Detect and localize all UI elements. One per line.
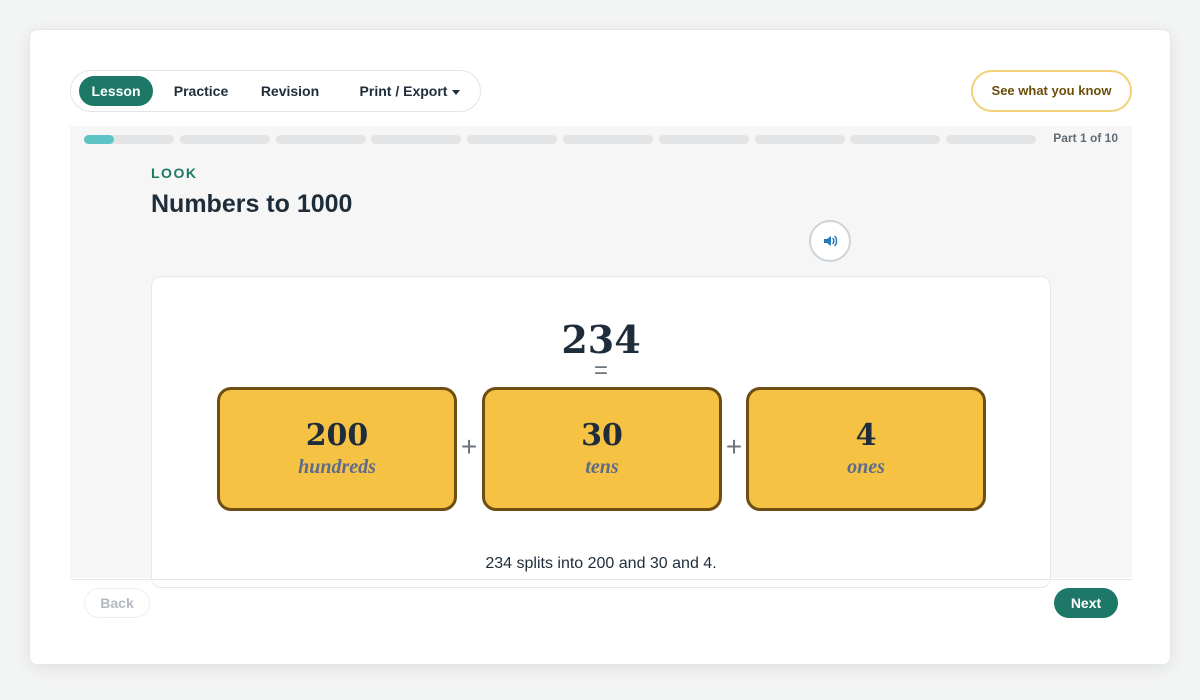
progress-segment [850, 135, 940, 144]
ones-box: 4 ones [746, 387, 986, 511]
progress-segment [467, 135, 557, 144]
ones-label: ones [847, 456, 885, 478]
progress-segment [84, 135, 174, 144]
progress-segment [563, 135, 653, 144]
lesson-content: 234 = 200 hundreds + 30 tens + 4 ones 23… [151, 276, 1051, 588]
tens-box: 30 tens [482, 387, 722, 511]
equals-sign: = [593, 357, 608, 384]
tens-value: 30 [581, 418, 623, 453]
hundreds-box: 200 hundreds [217, 387, 457, 511]
ones-value: 4 [855, 418, 877, 453]
lesson-card: Lesson Practice Revision Print / Export … [29, 29, 1171, 665]
tab-practice[interactable]: Practice [167, 76, 235, 106]
tab-revision[interactable]: Revision [255, 76, 325, 106]
hundreds-label: hundreds [298, 456, 376, 478]
page-title: Numbers to 1000 [151, 190, 353, 218]
back-button[interactable]: Back [84, 588, 150, 618]
progress-segment-fill [84, 135, 114, 144]
progress-segment [755, 135, 845, 144]
whole-number: 234 [561, 317, 641, 362]
part-indicator: Part 1 of 10 [1053, 131, 1118, 145]
progress-segment [180, 135, 270, 144]
hundreds-value: 200 [305, 418, 369, 453]
plus-sign: + [725, 431, 743, 462]
progress-segment [946, 135, 1036, 144]
tab-lesson[interactable]: Lesson [79, 76, 153, 106]
tab-print-export[interactable]: Print / Export [355, 76, 465, 106]
audio-button[interactable] [809, 220, 851, 262]
lesson-panel: Part 1 of 10 LOOK Numbers to 1000 234 = … [70, 126, 1132, 588]
speaker-icon [824, 235, 838, 247]
tab-print-export-label: Print / Export [359, 83, 448, 99]
progress-segment [276, 135, 366, 144]
tens-label: tens [585, 456, 619, 478]
progress-bar [84, 135, 1036, 145]
footer-divider [70, 579, 1132, 580]
next-button[interactable]: Next [1054, 588, 1118, 618]
tab-bar: Lesson Practice Revision Print / Export [70, 70, 481, 112]
section-eyebrow: LOOK [151, 165, 198, 181]
see-what-you-know-button[interactable]: See what you know [971, 70, 1132, 112]
lesson-caption: 234 splits into 200 and 30 and 4. [485, 555, 717, 572]
plus-sign: + [460, 431, 478, 462]
chevron-down-icon [452, 89, 461, 95]
progress-segment [371, 135, 461, 144]
progress-segment [659, 135, 749, 144]
